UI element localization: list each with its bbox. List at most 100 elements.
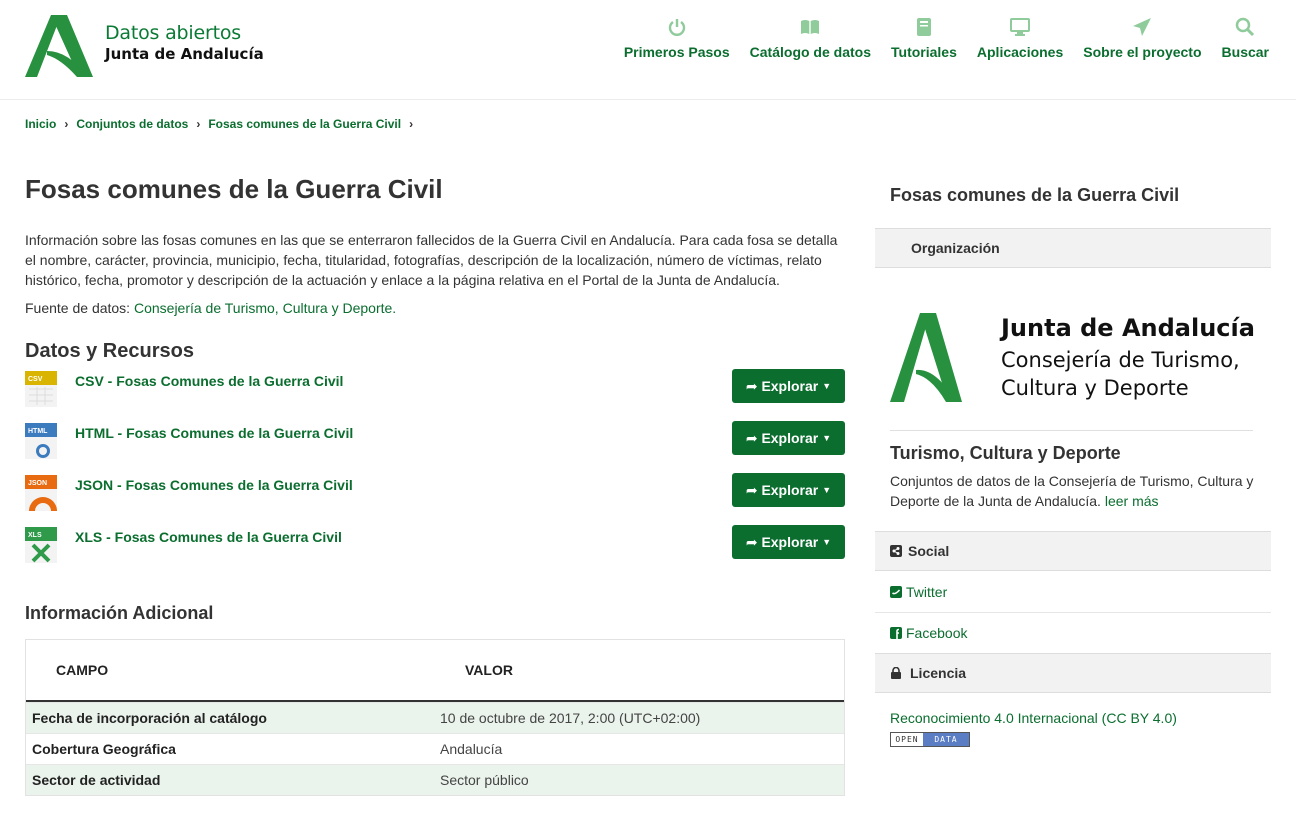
social-label: Social <box>908 543 950 559</box>
organization-description: Conjuntos de datos de la Consejería de T… <box>890 471 1260 511</box>
svg-text:XLS: XLS <box>28 532 42 539</box>
nav-label: Catálogo de datos <box>749 44 872 60</box>
chevron-right-icon: › <box>196 117 201 131</box>
nav-buscar[interactable]: Buscar <box>1222 14 1269 60</box>
breadcrumb-inicio[interactable]: Inicio <box>25 117 56 131</box>
svg-text:HTML: HTML <box>28 428 48 435</box>
explore-button[interactable]: ➦ Explorar ▼ <box>732 473 845 507</box>
source-link[interactable]: Consejería de Turismo, Cultura y Deporte… <box>134 300 396 316</box>
resource-link[interactable]: CSV - Fosas Comunes de la Guerra Civil <box>75 373 343 389</box>
site-logo[interactable]: Datos abiertos Junta de Andalucía <box>25 15 265 79</box>
notebook-icon <box>916 18 931 36</box>
twitter-icon <box>890 586 902 598</box>
badge-open: OPEN <box>891 733 923 746</box>
resource-item-xls: XLS XLS - Fosas Comunes de la Guerra Civ… <box>25 525 845 577</box>
open-data-badge[interactable]: OPEN DATA <box>890 732 970 747</box>
chevron-right-icon: › <box>64 117 69 131</box>
resource-link[interactable]: XLS - Fosas Comunes de la Guerra Civil <box>75 529 342 545</box>
explore-button[interactable]: ➦ Explorar ▼ <box>732 369 845 403</box>
table-header: CAMPO VALOR <box>26 640 844 702</box>
twitter-link[interactable]: Twitter <box>890 584 947 600</box>
explore-label: Explorar <box>761 482 819 498</box>
share-icon: ➦ <box>745 429 758 446</box>
share-icon: ➦ <box>745 533 758 550</box>
csv-file-icon: CSV <box>25 371 57 407</box>
organization-label: Organización <box>911 240 1000 256</box>
nav-label: Aplicaciones <box>976 44 1064 60</box>
field-name: Cobertura Geográfica <box>32 741 176 757</box>
breadcrumb: Inicio › Conjuntos de datos › Fosas comu… <box>25 117 421 131</box>
caret-down-icon: ▼ <box>822 433 832 443</box>
divider <box>890 430 1253 431</box>
chevron-right-icon: › <box>409 117 414 131</box>
facebook-icon <box>890 627 902 639</box>
book-icon <box>801 20 820 34</box>
resources-heading: Datos y Recursos <box>25 340 194 362</box>
breadcrumb-current[interactable]: Fosas comunes de la Guerra Civil <box>208 117 401 131</box>
nav-label: Buscar <box>1221 44 1269 60</box>
field-value: Sector público <box>440 772 529 788</box>
logo-title: Datos abiertos <box>105 22 241 44</box>
junta-logo-icon <box>25 15 93 77</box>
site-header: Datos abiertos Junta de Andalucía Primer… <box>0 0 1296 100</box>
organization-name: Turismo, Cultura y Deporte <box>890 443 1121 463</box>
caret-down-icon: ▼ <box>822 537 832 547</box>
svg-text:Junta de Andalucía: Junta de Andalucía <box>999 314 1255 342</box>
resource-item-html: HTML HTML - Fosas Comunes de la Guerra C… <box>25 421 845 473</box>
power-icon <box>668 19 685 36</box>
explore-label: Explorar <box>761 534 819 550</box>
additional-info-table: CAMPO VALOR Fecha de incorporación al ca… <box>25 639 845 796</box>
license-link[interactable]: Reconocimiento 4.0 Internacional (CC BY … <box>890 710 1177 726</box>
column-header-campo: CAMPO <box>56 662 109 678</box>
explore-button[interactable]: ➦ Explorar ▼ <box>732 421 845 455</box>
nav-label: Primeros Pasos <box>623 44 730 60</box>
data-source: Fuente de datos: Consejería de Turismo, … <box>25 300 845 316</box>
resource-link[interactable]: HTML - Fosas Comunes de la Guerra Civil <box>75 425 353 441</box>
resource-list: CSV CSV - Fosas Comunes de la Guerra Civ… <box>25 369 845 577</box>
explore-label: Explorar <box>761 430 819 446</box>
share-icon: ➦ <box>745 377 758 394</box>
svg-text:Consejería de Turismo,: Consejería de Turismo, <box>1001 348 1240 372</box>
lock-icon <box>891 667 901 679</box>
nav-sobre-proyecto[interactable]: Sobre el proyecto <box>1083 14 1202 60</box>
logo-subtitle: Junta de Andalucía <box>105 45 264 63</box>
nav-aplicaciones[interactable]: Aplicaciones <box>977 14 1063 60</box>
nav-tutoriales[interactable]: Tutoriales <box>891 14 957 60</box>
additional-info-heading: Información Adicional <box>25 603 214 623</box>
nav-label: Sobre el proyecto <box>1083 44 1202 60</box>
table-row: Sector de actividad Sector público <box>26 764 844 795</box>
xls-file-icon: XLS <box>25 527 57 563</box>
sidebar-title: Fosas comunes de la Guerra Civil <box>890 185 1180 205</box>
breadcrumb-conjuntos[interactable]: Conjuntos de datos <box>76 117 188 131</box>
explore-button[interactable]: ➦ Explorar ▼ <box>732 525 845 559</box>
facebook-link[interactable]: Facebook <box>890 625 967 641</box>
badge-data: DATA <box>923 733 969 746</box>
share-square-icon <box>890 545 902 557</box>
share-icon: ➦ <box>745 481 758 498</box>
paper-plane-icon <box>1133 18 1152 36</box>
main-content: Fosas comunes de la Guerra Civil Informa… <box>25 170 845 796</box>
caret-down-icon: ▼ <box>822 485 832 495</box>
license-label: Licencia <box>910 665 967 681</box>
nav-catalogo[interactable]: Catálogo de datos <box>750 14 871 60</box>
resource-item-json: JSON JSON - Fosas Comunes de la Guerra C… <box>25 473 845 525</box>
organization-logo[interactable]: Junta de Andalucía Consejería de Turismo… <box>890 310 1255 405</box>
svg-text:JSON: JSON <box>28 480 47 487</box>
table-row: Fecha de incorporación al catálogo 10 de… <box>26 702 844 733</box>
svg-text:Cultura y Deporte: Cultura y Deporte <box>1001 376 1189 400</box>
caret-down-icon: ▼ <box>822 381 832 391</box>
organization-description-text: Conjuntos de datos de la Consejería de T… <box>890 473 1254 509</box>
resource-link[interactable]: JSON - Fosas Comunes de la Guerra Civil <box>75 477 353 493</box>
json-file-icon: JSON <box>25 475 57 511</box>
read-more-link[interactable]: leer más <box>1105 493 1159 509</box>
twitter-label: Twitter <box>906 584 948 600</box>
facebook-label: Facebook <box>906 625 968 641</box>
field-value: Andalucía <box>440 741 503 757</box>
svg-text:CSV: CSV <box>28 376 43 383</box>
column-header-valor: VALOR <box>465 662 513 678</box>
divider <box>875 612 1271 613</box>
consejeria-logo-icon: Junta de Andalucía Consejería de Turismo… <box>890 313 1255 402</box>
nav-primeros-pasos[interactable]: Primeros Pasos <box>624 14 730 60</box>
source-label: Fuente de datos: <box>25 300 131 316</box>
table-row: Cobertura Geográfica Andalucía <box>26 733 844 764</box>
